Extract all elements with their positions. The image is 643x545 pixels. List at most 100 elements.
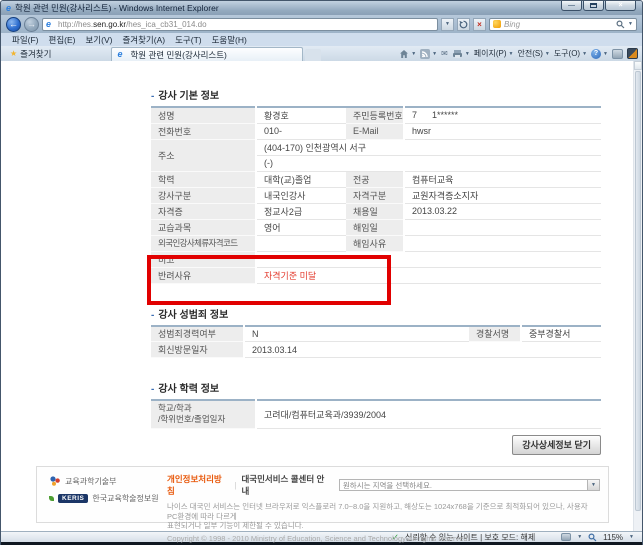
table-row: 학력 대학(교)졸업 전공 컴퓨터교육 bbox=[151, 171, 601, 187]
feeds-button[interactable]: ▼ bbox=[420, 49, 437, 59]
field-label: 채용일 bbox=[346, 203, 404, 219]
scroll-up-button[interactable] bbox=[634, 61, 642, 70]
menu-edit[interactable]: 편집(E) bbox=[44, 34, 81, 46]
crime-info-table: 성범죄경력여부 N 경찰서명 중부경찰서 회신방문일자 2013.03.14 bbox=[151, 325, 601, 359]
refresh-button[interactable] bbox=[457, 18, 470, 31]
field-value: (-) bbox=[256, 155, 601, 171]
tools-menu-button[interactable]: 도구(O) ▼ bbox=[554, 48, 587, 59]
table-row: 학교/학과 /학위번호/졸업일자 고려대/컴퓨터교육과/3939/2004 bbox=[151, 400, 601, 428]
menu-bar: 파일(F) 편집(E) 보기(V) 즐겨찾기(A) 도구(T) 도움말(H) bbox=[1, 33, 642, 46]
url-input[interactable]: e http://hes.sen.go.kr/hes_ica_cb31_014.… bbox=[42, 18, 438, 31]
table-row: 외국인강사체류자격코드 해임사유 bbox=[151, 235, 601, 251]
url-dropdown-button[interactable]: ▼ bbox=[441, 18, 454, 31]
page-favicon: e bbox=[46, 20, 51, 29]
field-label: 교습과목 bbox=[151, 219, 256, 235]
feed-icon bbox=[420, 49, 430, 59]
window-title: 학원 관련 민원(강사리스트) - Windows Internet Explo… bbox=[15, 2, 219, 14]
page-footer: 교육과학기술부 KERIS 한국교육학술정보원 개인정보처리방침 | 대국민서비… bbox=[36, 466, 609, 523]
safety-menu-button[interactable]: 안전(S) ▼ bbox=[517, 48, 549, 59]
chevron-down-icon: ▼ bbox=[411, 51, 416, 57]
search-input[interactable]: Bing ▼ bbox=[489, 18, 637, 31]
page-menu-button[interactable]: 페이지(P) ▼ bbox=[474, 48, 514, 59]
field-value bbox=[404, 219, 601, 235]
printer-icon bbox=[452, 49, 463, 59]
field-value: 2013.03.14 bbox=[244, 342, 601, 358]
field-label: 회신방문일자 bbox=[151, 342, 244, 358]
table-row: 성명 황경호 주민등록번호 7 1****** bbox=[151, 107, 601, 123]
stop-button[interactable]: × bbox=[473, 18, 486, 31]
tab-title: 학원 관련 민원(강사리스트) bbox=[130, 49, 226, 61]
star-icon: ★ bbox=[10, 49, 17, 58]
help-icon: ? bbox=[591, 49, 601, 59]
field-label: 학력 bbox=[151, 171, 256, 187]
field-value: 내국인강사 bbox=[256, 187, 346, 203]
menu-tools[interactable]: 도구(T) bbox=[170, 34, 207, 46]
favorites-button[interactable]: ★ 즐겨찾기 bbox=[5, 48, 56, 60]
url-text: http://hes.sen.go.kr/hes_ica_cb31_014.do bbox=[58, 20, 207, 29]
table-row: 회신방문일자 2013.03.14 bbox=[151, 342, 601, 358]
keris-logo: KERIS 한국교육학술정보원 bbox=[49, 493, 165, 504]
menu-view[interactable]: 보기(V) bbox=[80, 34, 117, 46]
field-value: (404-170) 인천광역시 서구 bbox=[256, 139, 601, 155]
field-value: 정교사2급 bbox=[256, 203, 346, 219]
field-label: 전공 bbox=[346, 171, 404, 187]
field-label: 전화번호 bbox=[151, 123, 256, 139]
menu-file[interactable]: 파일(F) bbox=[7, 34, 44, 46]
chevron-down-icon: ▼ bbox=[582, 51, 587, 57]
page-viewport: -강사 기본 정보 성명 황경호 주민등록번호 7 1****** 전화번호 0… bbox=[1, 61, 642, 531]
section-title-crime-info: -강사 성범죄 정보 bbox=[151, 306, 601, 321]
favorites-label: 즐겨찾기 bbox=[20, 48, 51, 60]
field-value: 대학(교)졸업 bbox=[256, 171, 346, 187]
chevron-down-icon: ▼ bbox=[603, 51, 608, 57]
field-value: N bbox=[244, 326, 469, 342]
forward-button[interactable]: → bbox=[24, 17, 39, 32]
field-value: 2013.03.22 bbox=[404, 203, 601, 219]
footer-logos: 교육과학기술부 KERIS 한국교육학술정보원 bbox=[37, 467, 165, 522]
red-highlight-box bbox=[147, 255, 391, 305]
close-detail-button[interactable]: 강사상세정보 닫기 bbox=[512, 435, 601, 455]
field-value: 중부경찰서 bbox=[521, 326, 601, 342]
field-value: 영어 bbox=[256, 219, 346, 235]
home-icon bbox=[399, 49, 409, 59]
field-value: 고려대/컴퓨터교육과/3939/2004 bbox=[256, 400, 601, 428]
section-title-basic-info: -강사 기본 정보 bbox=[151, 87, 601, 102]
menu-help[interactable]: 도움말(H) bbox=[207, 34, 252, 46]
close-button[interactable]: × bbox=[605, 1, 636, 11]
region-select[interactable]: 원하시는 지역을 선택하세요. ▼ bbox=[339, 479, 600, 491]
field-label: 외국인강사체류자격코드 bbox=[151, 235, 256, 251]
table-row: 주소 (404-170) 인천광역시 서구 bbox=[151, 139, 601, 155]
table-row: 강사구분 내국인강사 자격구분 교원자격증소지자 bbox=[151, 187, 601, 203]
help-button[interactable]: ? ▼ bbox=[591, 49, 608, 59]
maximize-button[interactable] bbox=[583, 1, 604, 11]
new-tab-button[interactable] bbox=[305, 49, 321, 61]
back-button[interactable]: ← bbox=[6, 17, 21, 32]
addon-icon[interactable] bbox=[612, 49, 623, 59]
divider: | bbox=[234, 481, 236, 490]
field-label: 학교/학과 /학위번호/졸업일자 bbox=[151, 400, 256, 428]
search-icon[interactable] bbox=[616, 20, 625, 29]
safety-menu-label: 안전(S) bbox=[517, 48, 542, 59]
zoom-level[interactable]: 115% bbox=[603, 533, 623, 542]
search-dropdown-icon[interactable]: ▼ bbox=[628, 21, 633, 27]
vertical-scrollbar[interactable] bbox=[633, 61, 642, 531]
minimize-button[interactable]: — bbox=[561, 1, 582, 11]
field-label: 주소 bbox=[151, 139, 256, 171]
bing-logo-icon bbox=[493, 20, 501, 28]
tab-active[interactable]: e 학원 관련 민원(강사리스트) bbox=[111, 47, 303, 61]
mail-icon[interactable]: ✉ bbox=[441, 49, 448, 58]
zoom-dropdown-icon[interactable]: ▼ bbox=[629, 534, 634, 540]
field-label: 자격증 bbox=[151, 203, 256, 219]
field-value bbox=[404, 235, 601, 251]
keris-name: 한국교육학술정보원 bbox=[92, 493, 158, 504]
scrollbar-thumb[interactable] bbox=[635, 71, 641, 511]
page-menu-label: 페이지(P) bbox=[474, 48, 507, 59]
privacy-policy-link[interactable]: 개인정보처리방침 bbox=[167, 473, 229, 497]
addon-icon-2[interactable] bbox=[627, 48, 638, 59]
print-button[interactable]: ▼ bbox=[452, 49, 470, 59]
table-row: 교습과목 영어 해임일 bbox=[151, 219, 601, 235]
menu-favorites[interactable]: 즐겨찾기(A) bbox=[117, 34, 170, 46]
home-button[interactable]: ▼ bbox=[399, 49, 416, 59]
select-arrow-button[interactable]: ▼ bbox=[587, 480, 599, 490]
footer-info: 개인정보처리방침 | 대국민서비스 콜센터 안내 원하시는 지역을 선택하세요.… bbox=[165, 467, 608, 522]
section-dash-icon: - bbox=[151, 91, 154, 102]
